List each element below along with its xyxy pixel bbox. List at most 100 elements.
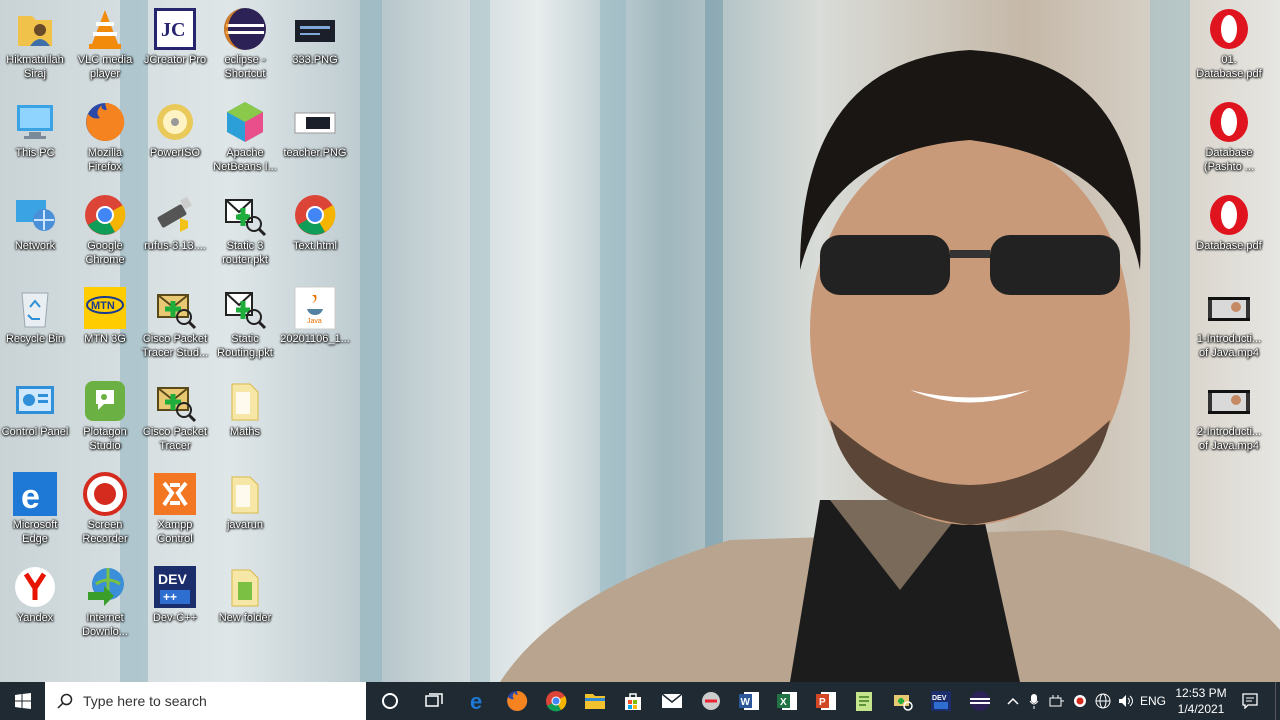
desktop-icon-rufus[interactable]: rufus-3.13.... (140, 192, 210, 253)
idm-icon (82, 564, 128, 610)
desktop-icon-microsoft-edge[interactable]: e Microsoft Edge (0, 471, 70, 546)
desktop-icon-recycle-bin[interactable]: Recycle Bin (0, 285, 70, 346)
icon-label: rufus-3.13.... (144, 240, 206, 252)
search-box[interactable]: Type here to search (45, 682, 366, 720)
desktop-icon-text-html[interactable]: Text.html (280, 192, 350, 253)
desktop-icon-01-database-pdf[interactable]: 01. Database.pdf (1194, 6, 1264, 81)
desktop-icon-firefox[interactable]: Mozilla Firefox (70, 99, 140, 174)
tray-power[interactable] (1046, 682, 1068, 720)
desktop[interactable]: Hikmatullah Siraj VLC media player JC JC… (0, 0, 1280, 682)
desktop-icon-google-chrome[interactable]: Google Chrome (70, 192, 140, 267)
svg-text:DEV: DEV (158, 571, 187, 587)
start-button[interactable] (0, 682, 45, 720)
desktop-icon-netbeans[interactable]: Apache NetBeans I... (210, 99, 280, 174)
desktop-icon-maths[interactable]: Maths (210, 378, 280, 439)
svg-text:e: e (470, 690, 482, 712)
desktop-icon-teacher-png[interactable]: teacher.PNG (280, 99, 350, 160)
desktop-icon-control-panel[interactable]: Control Panel (0, 378, 70, 439)
show-hidden-icons[interactable] (1004, 682, 1022, 720)
power-plug-icon (1049, 695, 1064, 707)
notification-icon (1242, 693, 1258, 709)
tray-clock[interactable]: 12:53 PM 1/4/2021 (1170, 685, 1232, 717)
desktop-icon-static-3-router[interactable]: Static 3 router.pkt (210, 192, 280, 267)
netbeans-icon (222, 99, 268, 145)
image-file-icon (292, 99, 338, 145)
desktop-icon-plotagon-studio[interactable]: Plotagon Studio (70, 378, 140, 453)
desktop-icon-cisco-packet-tracer[interactable]: Cisco Packet Tracer (140, 378, 210, 453)
desktop-icon-screen-recorder[interactable]: Screen Recorder (70, 471, 140, 546)
desktop-icon-network[interactable]: Network (0, 192, 70, 253)
taskbar-mail[interactable] (653, 682, 691, 720)
taskbar-eclipse[interactable] (961, 682, 999, 720)
tray-volume[interactable] (1116, 682, 1136, 720)
desktop-icon-mtn-3g[interactable]: MTN MTN 3G (70, 285, 140, 346)
desktop-icon-dev-cpp[interactable]: DEV ++ Dev-C++ (140, 564, 210, 625)
desktop-icon-yandex[interactable]: Yandex (0, 564, 70, 625)
desktop-icon-javarun[interactable]: javarun (210, 471, 280, 532)
icon-label: Database (Pashto ... (1203, 147, 1255, 173)
taskbar-excel[interactable]: X (768, 682, 806, 720)
tray-network[interactable] (1093, 682, 1113, 720)
desktop-icon-database-pdf[interactable]: Database.pdf (1194, 192, 1264, 253)
excel-icon: X (777, 692, 797, 710)
desktop-icon-xampp-control[interactable]: Xampp Control (140, 471, 210, 546)
taskbar-packet-tracer[interactable] (884, 682, 922, 720)
network-icon (12, 192, 58, 238)
taskbar-edge[interactable]: e (460, 682, 498, 720)
desktop-icon-internet-download-manager[interactable]: Internet Downlo... (70, 564, 140, 639)
cortana-button[interactable] (371, 682, 409, 720)
eclipse-icon (970, 691, 990, 711)
icon-label: 333.PNG (292, 54, 338, 66)
taskbar: Type here to search e W X P DEV ENG 12:5… (0, 682, 1280, 720)
usb-drive-icon (152, 192, 198, 238)
desktop-icon-hikmatullah-siraj[interactable]: Hikmatullah Siraj (0, 6, 70, 81)
task-view-icon (425, 693, 443, 707)
tray-microphone[interactable] (1025, 682, 1043, 720)
desktop-icon-vlc[interactable]: VLC media player (70, 6, 140, 81)
desktop-icon-2-introduction-java[interactable]: 2-Introducti... of Java.mp4 (1194, 378, 1264, 453)
desktop-icon-static-routing[interactable]: Static Routing.pkt (210, 285, 280, 360)
taskbar-powerpoint[interactable]: P (807, 682, 845, 720)
desktop-icon-1-introduction-java[interactable]: 1-Introducti... of Java.mp4 (1194, 285, 1264, 360)
desktop-icon-this-pc[interactable]: This PC (0, 99, 70, 160)
show-desktop-button[interactable] (1275, 682, 1280, 720)
desktop-icon-eclipse[interactable]: eclipse - Shortcut (210, 6, 280, 81)
taskbar-devcpp[interactable]: DEV (922, 682, 960, 720)
taskbar-store[interactable] (614, 682, 652, 720)
icon-label: 1-Introducti... of Java.mp4 (1196, 333, 1262, 359)
folder-icon (222, 378, 268, 424)
opera-pdf-icon (1206, 192, 1252, 238)
taskbar-word[interactable]: W (730, 682, 768, 720)
icon-label: PowerISO (149, 147, 201, 159)
icon-label: Cisco Packet Tracer (142, 426, 208, 452)
wallpaper-stripe (360, 0, 382, 682)
action-center-button[interactable] (1236, 682, 1264, 720)
poweriso-icon (152, 99, 198, 145)
control-panel-icon (12, 378, 58, 424)
icon-label: javarun (226, 519, 264, 531)
microphone-icon (1029, 694, 1039, 709)
icon-label: Database.pdf (1196, 240, 1262, 252)
desktop-icon-jcreator[interactable]: JC JCreator Pro (140, 6, 210, 67)
yandex-icon (12, 564, 58, 610)
taskbar-firefox[interactable] (498, 682, 536, 720)
chevron-up-icon (1007, 697, 1019, 705)
user-folder-icon (12, 6, 58, 52)
taskbar-file-explorer[interactable] (576, 682, 614, 720)
mail-icon (661, 693, 683, 708)
this-pc-icon (12, 99, 58, 145)
opera-pdf-icon (1206, 6, 1252, 52)
tray-language[interactable]: ENG (1139, 682, 1167, 720)
desktop-icon-new-folder[interactable]: New folder (210, 564, 280, 625)
desktop-icon-333-png[interactable]: 333.PNG (280, 6, 350, 67)
desktop-icon-database-pashto[interactable]: Database (Pashto ... (1194, 99, 1264, 174)
taskbar-notepad[interactable] (845, 682, 883, 720)
taskbar-chrome[interactable] (537, 682, 575, 720)
icon-label: Static 3 router.pkt (222, 240, 268, 266)
desktop-icon-poweriso[interactable]: PowerISO (140, 99, 210, 160)
task-view-button[interactable] (414, 682, 454, 720)
desktop-icon-cisco-packet-tracer-student[interactable]: Cisco Packet Tracer Stud... (140, 285, 210, 360)
taskbar-teams[interactable] (691, 682, 729, 720)
tray-recorder[interactable] (1071, 682, 1089, 720)
desktop-icon-20201106[interactable]: Java 20201106_1... (280, 285, 350, 346)
